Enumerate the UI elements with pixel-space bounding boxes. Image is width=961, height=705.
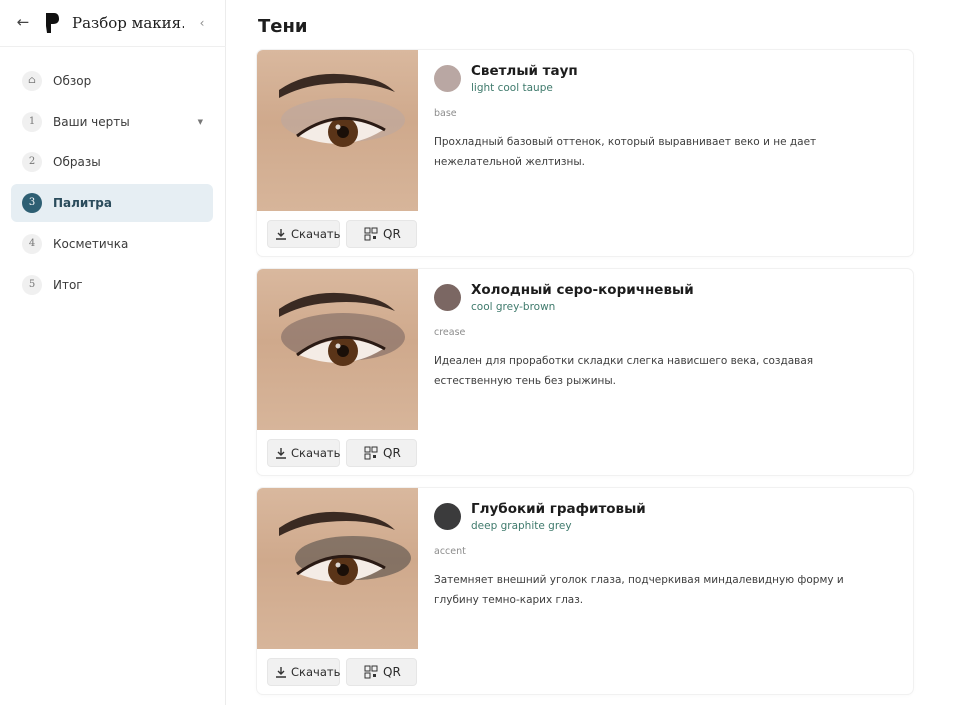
shade-role: accent <box>434 546 466 557</box>
qr-button[interactable]: QR <box>346 658 417 686</box>
qr-icon <box>364 446 378 460</box>
step-number: 2 <box>22 152 42 172</box>
download-button[interactable]: Скачать <box>267 220 340 248</box>
sidebar-item-label: Косметичка <box>53 237 129 251</box>
step-number: 4 <box>22 234 42 254</box>
shade-description: Идеален для проработки складки слегка на… <box>434 355 814 387</box>
shade-role: crease <box>434 327 466 338</box>
color-swatch <box>434 503 461 530</box>
color-swatch <box>434 65 461 92</box>
shade-description: Прохладный базовый оттенок, который выра… <box>434 136 817 168</box>
qr-button-label: QR <box>383 227 401 241</box>
sidebar-item-palette[interactable]: 3 Палитра <box>11 184 213 222</box>
download-icon <box>276 229 286 240</box>
shade-name: Светлый тауп <box>471 63 578 79</box>
eye-preview-image <box>257 488 418 649</box>
sidebar-header: ← Разбор макия… ‹ <box>0 0 226 47</box>
qr-button[interactable]: QR <box>346 220 417 248</box>
arrow-left-icon[interactable]: ← <box>14 12 32 32</box>
sidebar-item-label: Обзор <box>53 74 92 88</box>
download-button-label: Скачать <box>291 665 341 679</box>
shade-english-name: cool grey-brown <box>471 301 556 313</box>
qr-button-label: QR <box>383 665 401 679</box>
sidebar-title: Разбор макия… <box>72 14 184 32</box>
sidebar-item-looks[interactable]: 2 Образы <box>11 143 213 181</box>
section-title: Тени <box>258 16 308 37</box>
download-button-label: Скачать <box>291 446 341 460</box>
shade-card: Скачать QR Глубокий графитовый deep grap… <box>257 488 913 694</box>
sidebar-item-cosmetics[interactable]: 4 Косметичка <box>11 225 213 263</box>
step-number: 5 <box>22 275 42 295</box>
download-button-label: Скачать <box>291 227 341 241</box>
shade-description: Затемняет внешний уголок глаза, подчерки… <box>434 574 844 606</box>
qr-icon <box>364 227 378 241</box>
download-icon <box>276 667 286 678</box>
home-icon: ⌂ <box>22 71 42 91</box>
shade-card: Скачать QR Холодный серо-коричневый cool… <box>257 269 913 475</box>
caret-down-icon[interactable]: ▼ <box>198 114 203 130</box>
sidebar-item-label: Палитра <box>53 196 112 210</box>
chevron-left-icon[interactable]: ‹ <box>196 14 208 32</box>
sidebar-item-label: Ваши черты <box>53 115 130 129</box>
sidebar-item-overview[interactable]: ⌂ Обзор <box>11 62 213 100</box>
sidebar: ← Разбор макия… ‹ ⌂ Обзор 1 Ваши черты ▼… <box>0 0 226 705</box>
shade-english-name: light cool taupe <box>471 82 553 94</box>
sidebar-item-summary[interactable]: 5 Итог <box>11 266 213 304</box>
shade-name: Глубокий графитовый <box>471 501 646 517</box>
download-button[interactable]: Скачать <box>267 658 340 686</box>
qr-button[interactable]: QR <box>346 439 417 467</box>
shade-card: Скачать QR Светлый тауп light cool taupe… <box>257 50 913 256</box>
shade-role: base <box>434 108 457 119</box>
qr-button-label: QR <box>383 446 401 460</box>
step-number: 3 <box>22 193 42 213</box>
color-swatch <box>434 284 461 311</box>
download-button[interactable]: Скачать <box>267 439 340 467</box>
sidebar-item-label: Образы <box>53 155 101 169</box>
download-icon <box>276 448 286 459</box>
qr-icon <box>364 665 378 679</box>
sidebar-item-label: Итог <box>53 278 83 292</box>
shade-english-name: deep graphite grey <box>471 520 572 532</box>
eye-preview-image <box>257 269 418 430</box>
sidebar-item-features[interactable]: 1 Ваши черты ▼ <box>11 103 213 141</box>
step-number: 1 <box>22 112 42 132</box>
shade-name: Холодный серо-коричневый <box>471 282 694 298</box>
eye-preview-image <box>257 50 418 211</box>
brand-logo <box>44 12 60 34</box>
